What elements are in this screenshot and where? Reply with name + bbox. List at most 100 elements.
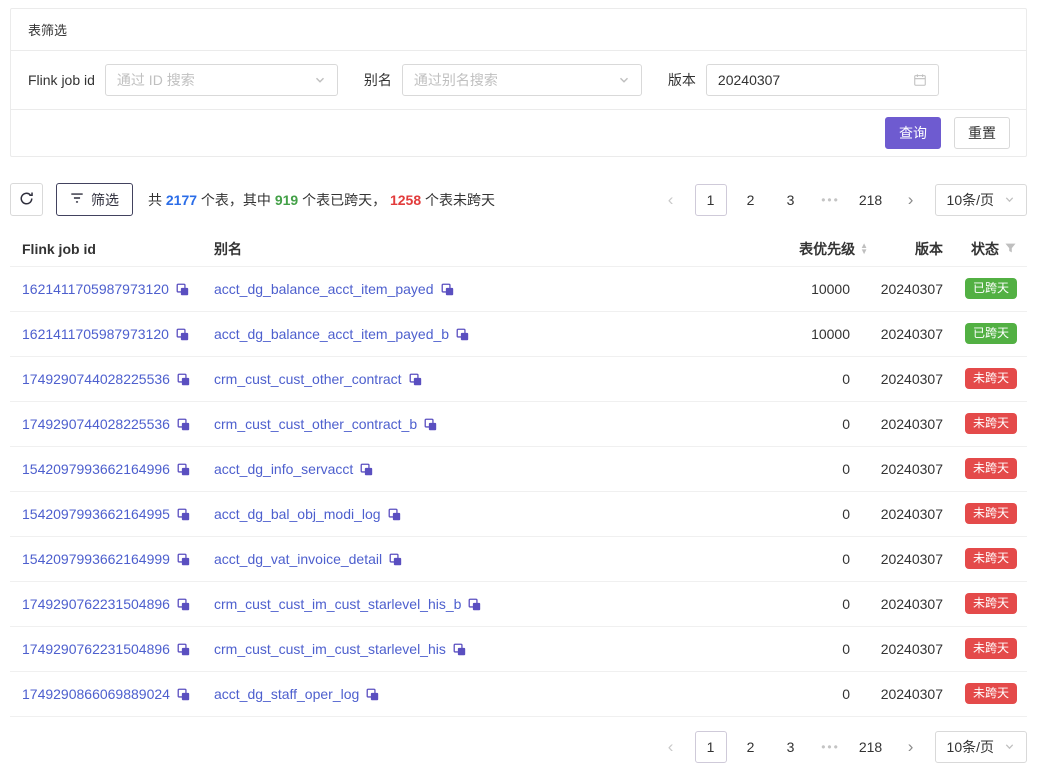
copy-alias-button[interactable] [441,283,454,296]
table-row: 1749290866069889024 acct_dg_staff_oper_l… [10,671,1027,716]
copy-alias-button[interactable] [409,373,422,386]
status-badge: 未跨天 [965,593,1017,615]
status-badge: 未跨天 [965,548,1017,570]
filter-button[interactable]: 筛选 [56,183,133,216]
alias-link[interactable]: acct_dg_vat_invoice_detail [214,551,382,567]
copy-id-button[interactable] [177,508,190,521]
crossed-count: 919 [275,192,298,208]
copy-alias-button[interactable] [360,463,373,476]
table-row: 1749290744028225536 crm_cust_cust_other_… [10,401,1027,446]
copy-id-button[interactable] [177,373,190,386]
flink-job-id-link[interactable]: 1749290744028225536 [22,371,170,387]
copy-icon [366,688,379,701]
priority-value: 10000 [710,266,870,311]
copy-icon [456,328,469,341]
priority-value: 0 [710,356,870,401]
flink-job-id-field: Flink job id 通过 ID 搜索 [28,64,338,96]
filter-panel: 表筛选 Flink job id 通过 ID 搜索 别名 通过别名搜索 [10,8,1027,157]
column-priority[interactable]: 表优先级 ▲▼ [710,232,870,266]
table-body: 1621411705987973120 acct_dg_balance_acct… [10,266,1027,716]
pagination-ellipsis[interactable]: ••• [815,184,847,216]
alias-link[interactable]: crm_cust_cust_im_cust_starlevel_his_b [214,596,461,612]
column-alias: 别名 [206,232,710,266]
page-button-3[interactable]: 3 [775,184,807,216]
status-badge: 已跨天 [965,323,1017,345]
flink-job-id-select[interactable]: 通过 ID 搜索 [105,64,338,96]
copy-id-button[interactable] [177,463,190,476]
copy-id-button[interactable] [177,598,190,611]
pagination-ellipsis[interactable]: ••• [815,731,847,763]
copy-alias-button[interactable] [424,418,437,431]
filter-funnel-icon[interactable] [1004,242,1017,255]
version-label: 版本 [668,70,696,90]
alias-link[interactable]: acct_dg_staff_oper_log [214,686,359,702]
sort-icons[interactable]: ▲▼ [860,243,868,255]
copy-alias-button[interactable] [388,508,401,521]
copy-id-button[interactable] [177,688,190,701]
flink-job-id-link[interactable]: 1621411705987973120 [22,326,169,342]
alias-label: 别名 [364,70,392,90]
copy-icon [409,373,422,386]
copy-alias-button[interactable] [389,553,402,566]
flink-job-id-link[interactable]: 1749290744028225536 [22,416,170,432]
filter-panel-title: 表筛选 [11,9,1026,51]
copy-icon [424,418,437,431]
prev-page-button[interactable]: ‹ [655,731,687,763]
summary-part: 个表未跨天 [421,192,495,208]
next-page-button[interactable]: › [895,731,927,763]
version-value: 20240307 [718,72,780,88]
flink-job-id-link[interactable]: 1749290762231504896 [22,596,170,612]
page-button-1[interactable]: 1 [695,731,727,763]
alias-link[interactable]: crm_cust_cust_im_cust_starlevel_his [214,641,446,657]
alias-link[interactable]: acct_dg_balance_acct_item_payed [214,281,434,297]
version-value: 20240307 [870,491,945,536]
alias-placeholder: 通过别名搜索 [414,70,498,90]
next-page-button[interactable]: › [895,184,927,216]
page-button-last[interactable]: 218 [855,731,887,763]
alias-select[interactable]: 通过别名搜索 [402,64,642,96]
copy-alias-button[interactable] [468,598,481,611]
alias-link[interactable]: acct_dg_bal_obj_modi_log [214,506,381,522]
copy-alias-button[interactable] [456,328,469,341]
copy-id-button[interactable] [177,643,190,656]
chevron-down-icon [1004,741,1015,752]
page-size-select[interactable]: 10条/页 [935,184,1027,216]
flink-job-id-link[interactable]: 1749290762231504896 [22,641,170,657]
page-button-1[interactable]: 1 [695,184,727,216]
filter-button-label: 筛选 [91,190,119,210]
version-value: 20240307 [870,311,945,356]
column-priority-label: 表优先级 [799,239,855,259]
priority-value: 0 [710,446,870,491]
alias-link[interactable]: crm_cust_cust_other_contract [214,371,402,387]
flink-job-id-link[interactable]: 1542097993662164995 [22,506,170,522]
page-button-2[interactable]: 2 [735,731,767,763]
flink-job-id-link[interactable]: 1542097993662164996 [22,461,170,477]
prev-page-button[interactable]: ‹ [655,184,687,216]
refresh-button[interactable] [10,183,43,216]
copy-icon [177,373,190,386]
column-status-label: 状态 [971,239,999,259]
page-size-select[interactable]: 10条/页 [935,731,1027,763]
copy-id-button[interactable] [176,283,189,296]
copy-id-button[interactable] [177,418,190,431]
version-date-input[interactable]: 20240307 [706,64,939,96]
flink-job-id-link[interactable]: 1542097993662164999 [22,551,170,567]
copy-id-button[interactable] [177,553,190,566]
flink-job-id-link[interactable]: 1621411705987973120 [22,281,169,297]
priority-value: 0 [710,671,870,716]
copy-alias-button[interactable] [366,688,379,701]
version-value: 20240307 [870,671,945,716]
copy-id-button[interactable] [176,328,189,341]
alias-link[interactable]: acct_dg_info_servacct [214,461,353,477]
calendar-icon [913,73,927,87]
page-button-3[interactable]: 3 [775,731,807,763]
priority-value: 0 [710,491,870,536]
reset-button[interactable]: 重置 [954,117,1010,149]
copy-alias-button[interactable] [453,643,466,656]
page-button-last[interactable]: 218 [855,184,887,216]
page-button-2[interactable]: 2 [735,184,767,216]
alias-link[interactable]: acct_dg_balance_acct_item_payed_b [214,326,449,342]
flink-job-id-link[interactable]: 1749290866069889024 [22,686,170,702]
alias-link[interactable]: crm_cust_cust_other_contract_b [214,416,417,432]
query-button[interactable]: 查询 [885,117,941,149]
